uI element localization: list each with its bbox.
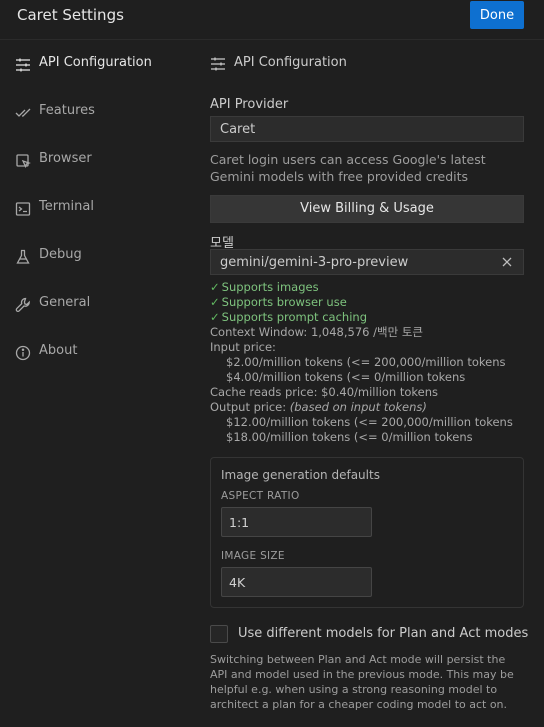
section-title: API Configuration bbox=[234, 55, 347, 70]
image-size-input[interactable]: 4K bbox=[221, 567, 372, 597]
check-icon: ✓ bbox=[210, 295, 220, 309]
login-note: Caret login users can access Google's la… bbox=[210, 152, 486, 184]
flask-icon bbox=[15, 249, 31, 265]
sidebar-item-terminal[interactable]: Terminal bbox=[0, 192, 190, 224]
sidebar-item-label: About bbox=[39, 343, 78, 358]
page-title: Caret Settings bbox=[17, 6, 124, 24]
terminal-icon bbox=[15, 201, 31, 217]
sliders-icon bbox=[210, 56, 226, 72]
capability-browser: ✓ Supports browser use bbox=[210, 295, 347, 309]
sidebar-item-features[interactable]: Features bbox=[0, 96, 190, 128]
sidebar-item-about[interactable]: About bbox=[0, 336, 190, 368]
api-provider-label: API Provider bbox=[210, 97, 289, 112]
clear-icon[interactable] bbox=[501, 254, 513, 272]
sidebar-item-browser[interactable]: Browser bbox=[0, 144, 190, 176]
model-input[interactable]: gemini/gemini-3-pro-preview bbox=[210, 249, 524, 275]
sliders-icon bbox=[15, 57, 31, 73]
capability-caching: ✓ Supports prompt caching bbox=[210, 310, 367, 324]
header: Caret Settings Done bbox=[0, 0, 544, 40]
output-price-tier: $18.00/million tokens (<= 0/million toke… bbox=[226, 430, 473, 444]
output-price: Output price: (based on input tokens) bbox=[210, 400, 427, 414]
view-billing-button[interactable]: View Billing & Usage bbox=[210, 195, 524, 223]
model-value: gemini/gemini-3-pro-preview bbox=[220, 255, 409, 270]
aspect-ratio-input[interactable]: 1:1 bbox=[221, 507, 372, 537]
check-check-icon bbox=[15, 105, 31, 121]
sidebar-item-label: API Configuration bbox=[39, 55, 152, 70]
input-price-tier: $2.00/million tokens (<= 200,000/million… bbox=[226, 355, 506, 369]
browser-pointer-icon bbox=[15, 153, 31, 169]
sidebar: API Configuration Features Browser Termi… bbox=[0, 40, 192, 727]
image-defaults-title: Image generation defaults bbox=[221, 468, 380, 482]
sidebar-item-label: Browser bbox=[39, 151, 92, 166]
info-icon bbox=[15, 345, 31, 361]
sidebar-item-label: General bbox=[39, 295, 91, 310]
check-icon: ✓ bbox=[210, 310, 220, 324]
image-generation-defaults: Image generation defaults ASPECT RATIO 1… bbox=[210, 457, 524, 608]
sidebar-item-general[interactable]: General bbox=[0, 288, 190, 320]
plan-act-checkbox[interactable] bbox=[210, 625, 228, 643]
sidebar-item-label: Debug bbox=[39, 247, 82, 262]
cache-reads-price: Cache reads price: $0.40/million tokens bbox=[210, 385, 439, 399]
sidebar-item-debug[interactable]: Debug bbox=[0, 240, 190, 272]
image-size-label: IMAGE SIZE bbox=[221, 550, 285, 562]
capability-images: ✓ Supports images bbox=[210, 280, 319, 294]
input-price-label: Input price: bbox=[210, 340, 276, 354]
sidebar-item-label: Features bbox=[39, 103, 95, 118]
plan-act-label: Use different models for Plan and Act mo… bbox=[238, 626, 529, 641]
plan-act-note: Switching between Plan and Act mode will… bbox=[210, 653, 514, 711]
context-window: Context Window: 1,048,576 /백만 토큰 bbox=[210, 325, 423, 339]
check-icon: ✓ bbox=[210, 280, 220, 294]
input-price-tier: $4.00/million tokens (<= 0/million token… bbox=[226, 370, 466, 384]
output-price-tier: $12.00/million tokens (<= 200,000/millio… bbox=[226, 415, 513, 429]
sidebar-item-api-configuration[interactable]: API Configuration bbox=[0, 48, 190, 80]
api-provider-select[interactable]: Caret bbox=[210, 116, 524, 142]
output-price-note: (based on input tokens) bbox=[289, 400, 427, 414]
aspect-ratio-label: ASPECT RATIO bbox=[221, 490, 300, 502]
wrench-icon bbox=[15, 297, 31, 313]
sidebar-item-label: Terminal bbox=[39, 199, 94, 214]
done-button[interactable]: Done bbox=[470, 1, 524, 29]
